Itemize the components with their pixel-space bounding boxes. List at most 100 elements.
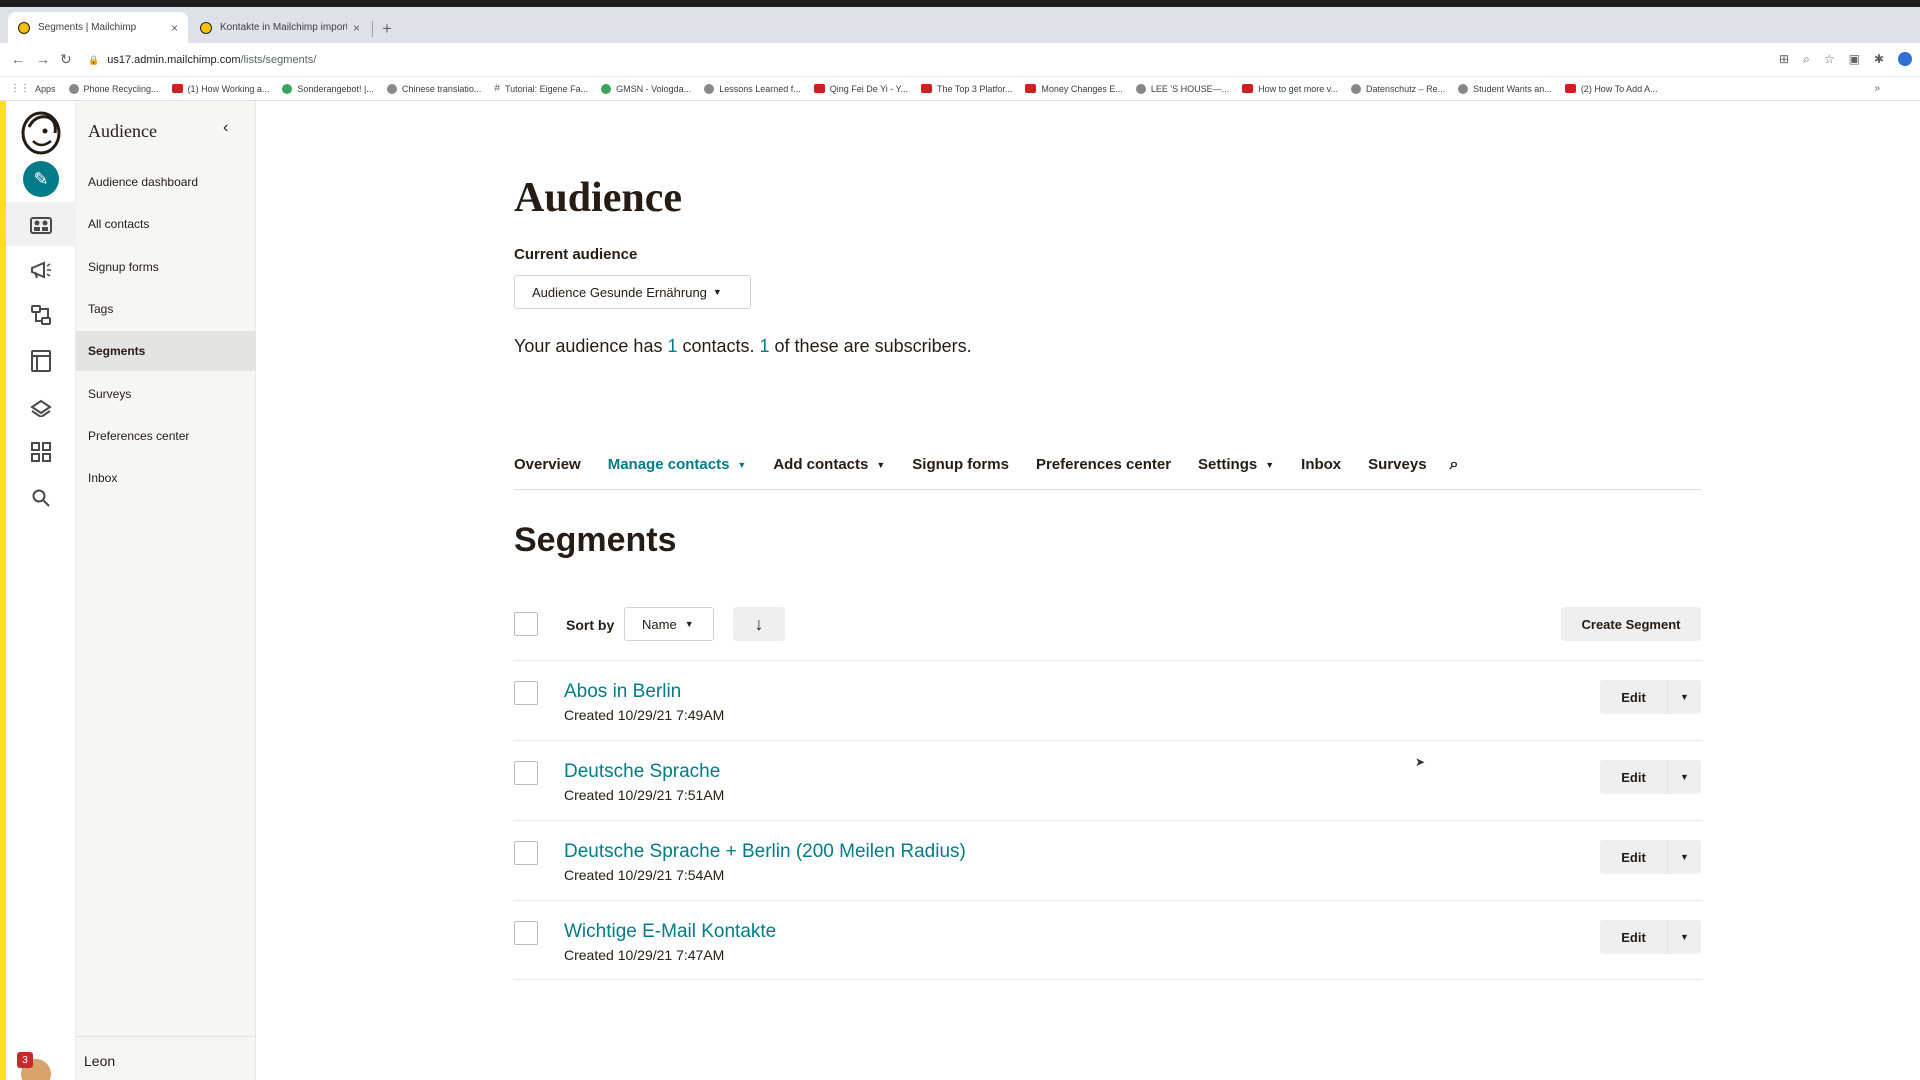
segment-checkbox[interactable] [514,761,538,785]
youtube-icon [171,84,183,93]
chevron-down-icon: ▼ [712,287,722,297]
bookmark-item[interactable]: How to get more v... [1242,84,1338,94]
search-icon[interactable]: ⌕ [1450,456,1459,474]
tab-surveys[interactable]: Surveys [1368,456,1426,473]
audience-tabs: Overview Manage contacts ▼ Add contacts ▼ Sig… [514,456,1701,490]
audience-sidebar: Audience ‹ Audience dashboard All contact… [76,101,256,1080]
bookmark-item[interactable]: (2) How To Add A... [1564,84,1658,94]
segment-name-link[interactable]: Wichtige E-Mail Kontakte [564,921,776,943]
notification-badge[interactable]: 3 [17,1052,33,1068]
sidebar-item-audience-dashboard[interactable]: Audience dashboard [76,162,255,202]
forward-icon[interactable]: → [36,51,50,67]
close-icon[interactable]: × [353,21,360,35]
content-studio-icon [30,399,52,417]
sidebar-item-surveys[interactable]: Surveys [76,374,255,414]
chevron-down-icon: ▼ [737,459,747,470]
tab-manage-contacts[interactable]: Manage contacts ▼ [608,456,747,473]
tab-preferences-center[interactable]: Preferences center [1036,456,1171,473]
bookmark-label: Phone Recycling... [83,83,159,94]
extension-icon[interactable]: ▣ [1849,52,1860,67]
sidebar-item-preferences-center[interactable]: Preferences center [76,416,255,456]
address-bar: ← → ↻ 🔒 us17.admin.mailchimp.com/lists/s… [0,43,1920,77]
user-menu[interactable]: Leon [76,1036,255,1080]
bookmark-item[interactable]: Phone Recycling... [68,83,159,94]
bookmark-item[interactable]: Money Changes E... [1025,84,1123,94]
tab-settings[interactable]: Settings ▼ [1198,456,1274,473]
campaigns-nav-icon[interactable] [6,250,76,290]
reload-icon[interactable]: ↻ [60,51,72,68]
edit-button[interactable]: Edit [1600,850,1667,865]
sort-direction-button[interactable]: ↓ [733,607,785,641]
zoom-icon[interactable]: ⌕ [1803,52,1810,67]
chevron-left-icon[interactable]: ‹ [223,119,228,137]
sidebar-item-tags[interactable]: Tags [76,289,255,329]
content-nav-icon[interactable] [6,387,76,427]
sidebar-item-all-contacts[interactable]: All contacts [76,204,255,244]
translate-icon[interactable]: ⊞ [1779,52,1789,67]
bookmark-item[interactable]: GMSN - Vologda... [601,83,691,94]
tab-overview[interactable]: Overview [514,456,581,473]
segment-checkbox[interactable] [514,921,538,945]
chevron-down-icon[interactable]: ▼ [1667,680,1701,714]
segment-actions: Edit ▼ [1600,680,1701,714]
segment-name-link[interactable]: Abos in Berlin [564,681,681,703]
bookmark-item[interactable]: Lessons Learned f... [704,83,801,94]
bookmark-item[interactable]: Sonderangebot! |... [282,83,374,94]
chevron-right-double-icon[interactable]: » [1874,83,1880,94]
bookmark-item[interactable]: LEE 'S HOUSE—... [1135,83,1229,94]
contacts-count: 1 [667,336,678,356]
youtube-icon [1242,84,1254,93]
bookmark-item[interactable]: Chinese translatio... [386,83,481,94]
bookmark-item[interactable]: Student Wants an... [1458,83,1552,94]
sidebar-item-segments[interactable]: Segments [76,331,255,372]
profile-icon[interactable] [1898,52,1912,66]
chevron-down-icon[interactable]: ▼ [1667,840,1701,874]
pencil-icon: ✎ [23,161,59,197]
create-button[interactable]: ✎ [6,156,76,202]
bookmark-item[interactable]: ⋮⋮ Apps [10,83,56,94]
edit-button[interactable]: Edit [1600,690,1667,705]
tab-signup-forms[interactable]: Signup forms [912,456,1009,473]
edit-button[interactable]: Edit [1600,930,1667,945]
segment-name-link[interactable]: Deutsche Sprache [564,761,720,783]
bookmark-item[interactable]: Qing Fei De Yi - Y... [813,84,908,94]
user-name: Leon [84,1053,116,1069]
audience-dropdown[interactable]: Audience Gesunde Ernährung ▼ [514,275,751,309]
tab-inbox[interactable]: Inbox [1301,456,1341,473]
close-icon[interactable]: × [171,21,178,35]
puzzle-icon[interactable]: ✱ [1874,52,1884,67]
tab-add-contacts[interactable]: Add contacts ▼ [773,456,885,473]
segment-created-date: Created 10/29/21 7:51AM [564,787,725,803]
url-field[interactable]: 🔒 us17.admin.mailchimp.com/lists/segment… [88,48,1768,72]
star-icon[interactable]: ☆ [1824,52,1835,67]
chevron-down-icon: ▼ [684,619,694,629]
sidebar-item-inbox[interactable]: Inbox [76,458,255,498]
website-nav-icon[interactable] [6,341,76,381]
edit-button[interactable]: Edit [1600,770,1667,785]
segment-row: Deutsche Sprache + Berlin (200 Meilen Ra… [514,820,1701,900]
chevron-down-icon[interactable]: ▼ [1667,760,1701,794]
mailchimp-logo-icon[interactable] [19,109,63,155]
bookmark-label: How to get more v... [1258,83,1339,94]
bookmark-item[interactable]: (1) How Working a... [171,84,269,94]
segment-checkbox[interactable] [514,681,538,705]
back-icon[interactable]: ← [11,51,25,67]
segment-name-link[interactable]: Deutsche Sprache + Berlin (200 Meilen Ra… [564,841,966,863]
integrations-nav-icon[interactable] [6,432,76,472]
automations-nav-icon[interactable] [6,295,76,335]
audience-nav-icon[interactable] [6,202,76,246]
browser-tab-kontakte[interactable]: Kontakte in Mailchimp importi × [190,12,370,43]
chevron-down-icon[interactable]: ▼ [1667,920,1701,954]
search-nav-icon[interactable] [6,478,76,518]
sort-dropdown[interactable]: Name ▼ [624,607,714,641]
browser-tab-segments[interactable]: Segments | Mailchimp × [8,12,188,43]
bookmark-item[interactable]: Datenschutz – Re... [1351,83,1445,94]
segment-created-date: Created 10/29/21 7:54AM [564,867,725,883]
create-segment-button[interactable]: Create Segment [1561,607,1701,641]
segment-checkbox[interactable] [514,841,538,865]
bookmark-item[interactable]: # Tutorial: Eigene Fa... [494,83,588,94]
bookmark-item[interactable]: The Top 3 Platfor... [920,84,1012,94]
sidebar-item-signup-forms[interactable]: Signup forms [76,247,255,287]
new-tab-icon[interactable]: + [382,19,392,39]
select-all-checkbox[interactable] [514,612,538,636]
